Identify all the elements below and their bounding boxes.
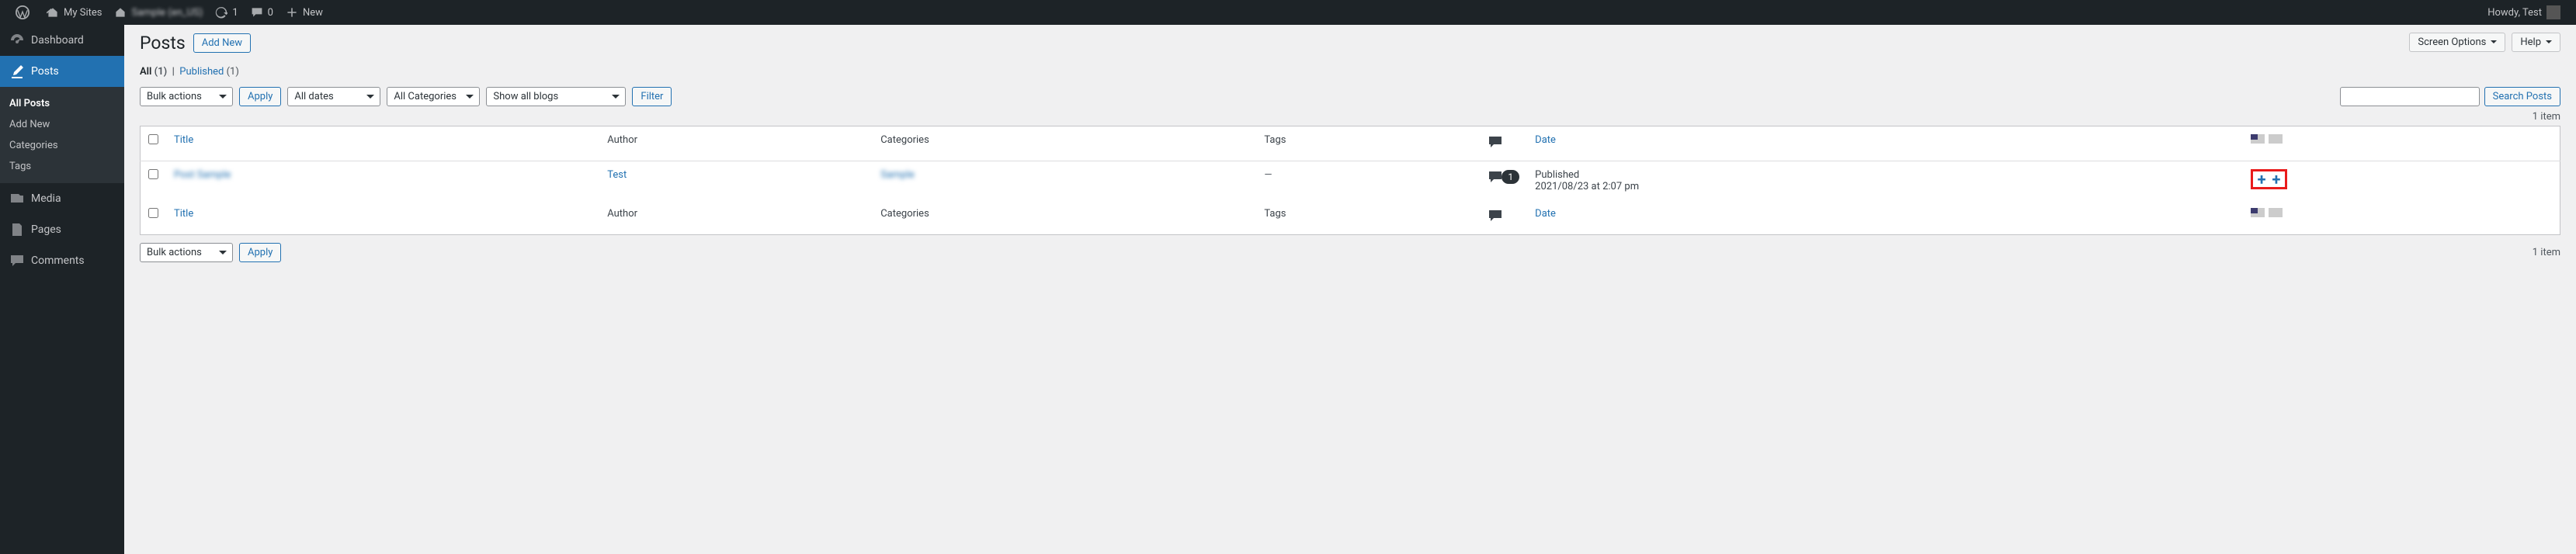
flags-footer [2251,209,2284,220]
row-tags: — [1264,169,1272,181]
col-date-foot[interactable]: Date [1535,208,1556,220]
status-published[interactable]: Published (1) [179,66,239,78]
blogs-select[interactable]: Show all blogs [486,87,626,106]
help-button[interactable]: Help [2512,33,2560,52]
col-categories-foot: Categories [880,208,929,220]
apply-button-bottom[interactable]: Apply [239,243,281,262]
menu-media[interactable]: Media [0,183,124,214]
wp-logo[interactable] [9,0,40,25]
status-all[interactable]: All (1) [140,66,167,78]
howdy-user[interactable]: Howdy, Test [2481,0,2567,25]
screen-options-label: Screen Options [2418,36,2486,48]
submenu-add-new[interactable]: Add New [0,114,124,135]
filter-button[interactable]: Filter [632,87,672,106]
howdy-text: Howdy, Test [2487,7,2542,19]
row-title[interactable]: Post Sample [174,169,231,181]
bulk-actions-select[interactable]: Bulk actions [140,87,233,106]
items-count-bottom: 1 item [2533,247,2560,258]
comments-icon [1488,134,1503,150]
col-categories: Categories [880,134,929,146]
screen-options-button[interactable]: Screen Options [2409,33,2505,52]
select-all-bottom[interactable] [148,208,158,218]
my-sites-label: My Sites [64,7,102,19]
col-author: Author [607,134,637,146]
menu-dashboard[interactable]: Dashboard [0,25,124,56]
menu-pages[interactable]: Pages [0,214,124,245]
site-name-label: Sample (en_US) [131,7,203,19]
submenu-categories[interactable]: Categories [0,135,124,156]
my-sites[interactable]: My Sites [40,0,108,25]
col-title-foot[interactable]: Title [174,208,193,220]
search-input[interactable] [2340,87,2480,106]
updates-count: 1 [232,7,238,19]
menu-posts-label: Posts [31,65,59,78]
col-title[interactable]: Title [174,134,193,146]
translation-plus-box: + + [2251,169,2288,189]
items-count: 1 item [2533,111,2560,123]
menu-posts[interactable]: Posts [0,56,124,87]
row-category[interactable]: Sample [880,169,915,181]
comments-bar-count: 0 [268,7,273,19]
row-date-status: Published [1535,169,1579,181]
updates[interactable]: 1 [209,0,244,25]
row-comments[interactable]: 1 [1488,169,1519,185]
flag-us-icon [2251,134,2265,144]
bulk-actions-select-bottom[interactable]: Bulk actions [140,243,233,262]
menu-comments[interactable]: Comments [0,245,124,276]
new-content[interactable]: New [279,0,329,25]
page-title: Posts [140,33,186,54]
flag-us-icon [2251,208,2265,217]
select-all-top[interactable] [148,134,158,144]
new-label: New [303,7,323,19]
chevron-down-icon [2491,40,2497,47]
help-label: Help [2520,36,2541,48]
row-date-value: 2021/08/23 at 2:07 pm [1535,181,1639,192]
site-name[interactable]: Sample (en_US) [108,0,209,25]
dates-select[interactable]: All dates [287,87,380,106]
flags-header [2251,135,2284,147]
submenu-all-posts[interactable]: All Posts [0,93,124,114]
avatar [2546,5,2560,19]
submenu-tags[interactable]: Tags [0,156,124,177]
row-comment-count: 1 [1502,170,1519,184]
add-translation-es[interactable]: + [2272,175,2281,184]
apply-button-top[interactable]: Apply [239,87,281,106]
col-date[interactable]: Date [1535,134,1556,146]
add-new-button[interactable]: Add New [193,33,251,53]
table-row: Post Sample Test Sample — 1 Published 20… [141,161,2560,201]
col-tags: Tags [1264,134,1286,146]
flag-es-icon [2269,208,2283,217]
col-author-foot: Author [607,208,637,220]
menu-comments-label: Comments [31,254,85,267]
add-translation-us[interactable]: + [2258,175,2266,184]
select-row[interactable] [148,169,158,179]
menu-dashboard-label: Dashboard [31,34,84,47]
col-tags-foot: Tags [1264,208,1286,220]
flag-es-icon [2269,134,2283,144]
comments-bubble-bar[interactable]: 0 [245,0,279,25]
menu-media-label: Media [31,192,61,205]
menu-pages-label: Pages [31,223,61,236]
row-author[interactable]: Test [607,169,627,181]
categories-select[interactable]: All Categories [387,87,480,106]
chevron-down-icon [2546,40,2552,47]
comments-icon-foot [1488,208,1503,223]
search-button[interactable]: Search Posts [2484,87,2560,106]
